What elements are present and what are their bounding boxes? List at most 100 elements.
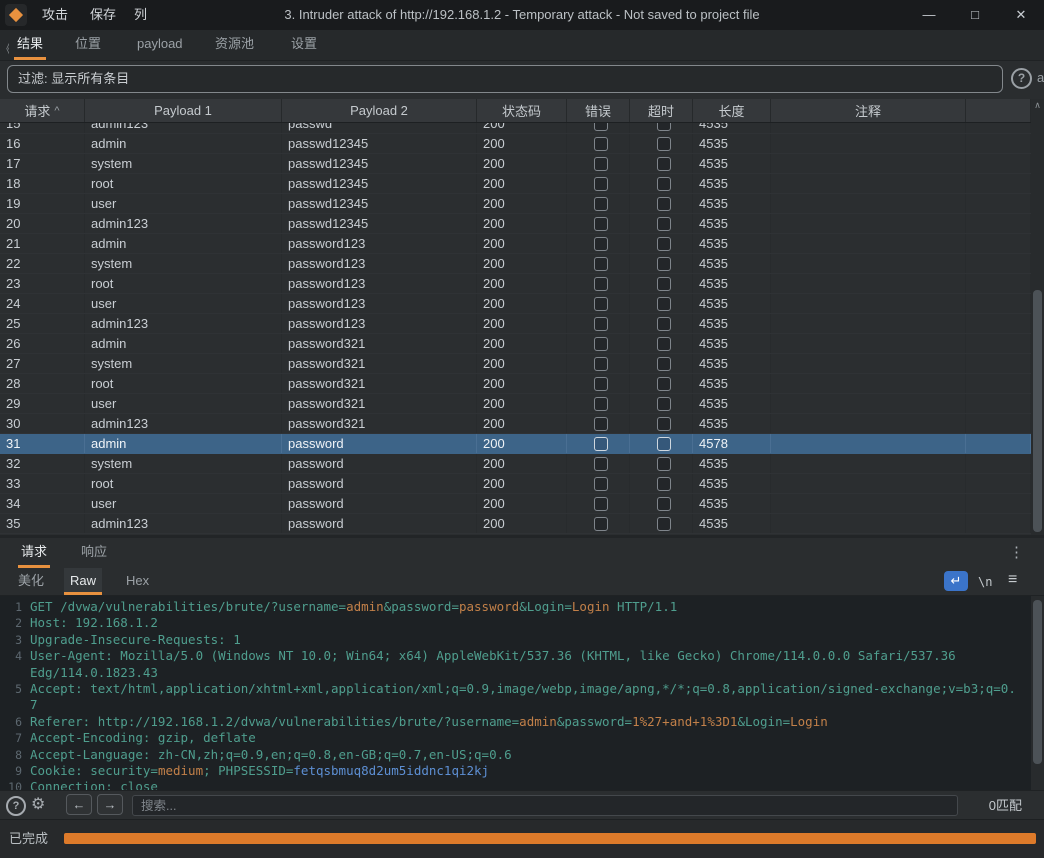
timeout-checkbox[interactable] [657, 217, 671, 231]
table-row[interactable]: 33rootpassword2004535 [0, 474, 1031, 494]
error-checkbox[interactable] [594, 477, 608, 491]
menu-columns[interactable]: 列 [128, 0, 153, 30]
error-checkbox[interactable] [594, 197, 608, 211]
table-row[interactable]: 25admin123password1232004535 [0, 314, 1031, 334]
scroll-up-icon[interactable]: ∧ [1031, 100, 1044, 111]
timeout-checkbox[interactable] [657, 177, 671, 191]
kebab-menu-icon[interactable]: ⋮ [1009, 543, 1024, 561]
tab-hex[interactable]: Hex [120, 568, 155, 595]
table-row[interactable]: 32systempassword2004535 [0, 454, 1031, 474]
timeout-checkbox[interactable] [657, 417, 671, 431]
help-icon[interactable]: ? [1011, 68, 1032, 89]
hamburger-menu-icon[interactable]: ≡ [1008, 571, 1017, 589]
error-checkbox[interactable] [594, 437, 608, 451]
table-row[interactable]: 30admin123password3212004535 [0, 414, 1031, 434]
maximize-button[interactable]: □ [952, 0, 998, 30]
tab-settings[interactable]: 设置 [288, 30, 320, 60]
col-status[interactable]: 状态码 [477, 99, 567, 122]
table-scrollbar-thumb[interactable] [1033, 290, 1042, 532]
table-row[interactable]: 22systempassword1232004535 [0, 254, 1031, 274]
error-checkbox[interactable] [594, 357, 608, 371]
table-row[interactable]: 29userpassword3212004535 [0, 394, 1031, 414]
table-row[interactable]: 16adminpasswd123452004535 [0, 134, 1031, 154]
table-row[interactable]: 23rootpassword1232004535 [0, 274, 1031, 294]
error-checkbox[interactable] [594, 237, 608, 251]
timeout-checkbox[interactable] [657, 317, 671, 331]
table-row[interactable]: 21adminpassword1232004535 [0, 234, 1031, 254]
search-help-icon[interactable]: ? [6, 796, 26, 816]
table-row[interactable]: 18rootpasswd123452004535 [0, 174, 1031, 194]
table-row[interactable]: 31adminpassword2004578 [0, 434, 1031, 454]
timeout-checkbox[interactable] [657, 517, 671, 531]
timeout-checkbox[interactable] [657, 397, 671, 411]
gear-icon[interactable]: ⚙ [31, 794, 45, 814]
table-row[interactable]: 24userpassword1232004535 [0, 294, 1031, 314]
error-checkbox[interactable] [594, 317, 608, 331]
timeout-checkbox[interactable] [657, 437, 671, 451]
wrap-lines-icon[interactable]: ↵ [944, 571, 968, 591]
error-checkbox[interactable] [594, 177, 608, 191]
newline-toggle[interactable]: \n [978, 572, 992, 592]
error-checkbox[interactable] [594, 377, 608, 391]
error-checkbox[interactable] [594, 137, 608, 151]
col-timeout[interactable]: 超时 [630, 99, 693, 122]
error-checkbox[interactable] [594, 457, 608, 471]
tab-results[interactable]: 结果 [14, 30, 46, 60]
prev-match-button[interactable]: ← [66, 794, 92, 815]
timeout-checkbox[interactable] [657, 157, 671, 171]
table-row[interactable]: 17systempasswd123452004535 [0, 154, 1031, 174]
timeout-checkbox[interactable] [657, 297, 671, 311]
error-checkbox[interactable] [594, 517, 608, 531]
timeout-checkbox[interactable] [657, 257, 671, 271]
menu-attack[interactable]: 攻击 [36, 0, 74, 30]
timeout-checkbox[interactable] [657, 123, 671, 131]
error-checkbox[interactable] [594, 157, 608, 171]
timeout-checkbox[interactable] [657, 337, 671, 351]
menu-save[interactable]: 保存 [84, 0, 122, 30]
table-row[interactable]: 15admin123passwd2004535 [0, 123, 1031, 134]
table-row[interactable]: 19userpasswd123452004535 [0, 194, 1031, 214]
timeout-checkbox[interactable] [657, 237, 671, 251]
tab-request[interactable]: 请求 [18, 538, 50, 568]
col-payload2[interactable]: Payload 2 [282, 99, 477, 122]
minimize-button[interactable]: — [906, 0, 952, 30]
col-request[interactable]: 请求 ^ [0, 99, 85, 122]
col-error[interactable]: 错误 [567, 99, 630, 122]
col-length[interactable]: 长度 [693, 99, 771, 122]
timeout-checkbox[interactable] [657, 497, 671, 511]
col-comment[interactable]: 注释 [771, 99, 966, 122]
tab-pretty[interactable]: 美化 [12, 568, 50, 595]
editor-scrollbar-thumb[interactable] [1033, 600, 1042, 764]
next-match-button[interactable]: → [97, 794, 123, 815]
error-checkbox[interactable] [594, 123, 608, 131]
table-row[interactable]: 27systempassword3212004535 [0, 354, 1031, 374]
error-checkbox[interactable] [594, 257, 608, 271]
table-row[interactable]: 34userpassword2004535 [0, 494, 1031, 514]
search-input[interactable] [132, 795, 958, 816]
table-row[interactable]: 20admin123passwd123452004535 [0, 214, 1031, 234]
table-row[interactable]: 28rootpassword3212004535 [0, 374, 1031, 394]
error-checkbox[interactable] [594, 297, 608, 311]
timeout-checkbox[interactable] [657, 137, 671, 151]
timeout-checkbox[interactable] [657, 457, 671, 471]
tab-response[interactable]: 响应 [78, 538, 110, 568]
tab-positions[interactable]: 位置 [72, 30, 104, 60]
table-scrollbar[interactable]: ∧ [1031, 99, 1044, 535]
close-button[interactable]: ✕ [998, 0, 1044, 30]
error-checkbox[interactable] [594, 497, 608, 511]
error-checkbox[interactable] [594, 217, 608, 231]
filter-bar[interactable]: 过滤: 显示所有条目 [7, 65, 1003, 93]
error-checkbox[interactable] [594, 337, 608, 351]
timeout-checkbox[interactable] [657, 357, 671, 371]
tab-raw[interactable]: Raw [64, 568, 102, 595]
editor-scrollbar[interactable] [1031, 596, 1044, 790]
timeout-checkbox[interactable] [657, 277, 671, 291]
table-row[interactable]: 35admin123password2004535 [0, 514, 1031, 534]
table-row[interactable]: 26adminpassword3212004535 [0, 334, 1031, 354]
timeout-checkbox[interactable] [657, 377, 671, 391]
tab-resource-pool[interactable]: 资源池 [212, 30, 257, 60]
error-checkbox[interactable] [594, 397, 608, 411]
timeout-checkbox[interactable] [657, 197, 671, 211]
request-editor[interactable]: 1GET /dvwa/vulnerabilities/brute/?userna… [0, 596, 1031, 790]
col-payload1[interactable]: Payload 1 [85, 99, 282, 122]
